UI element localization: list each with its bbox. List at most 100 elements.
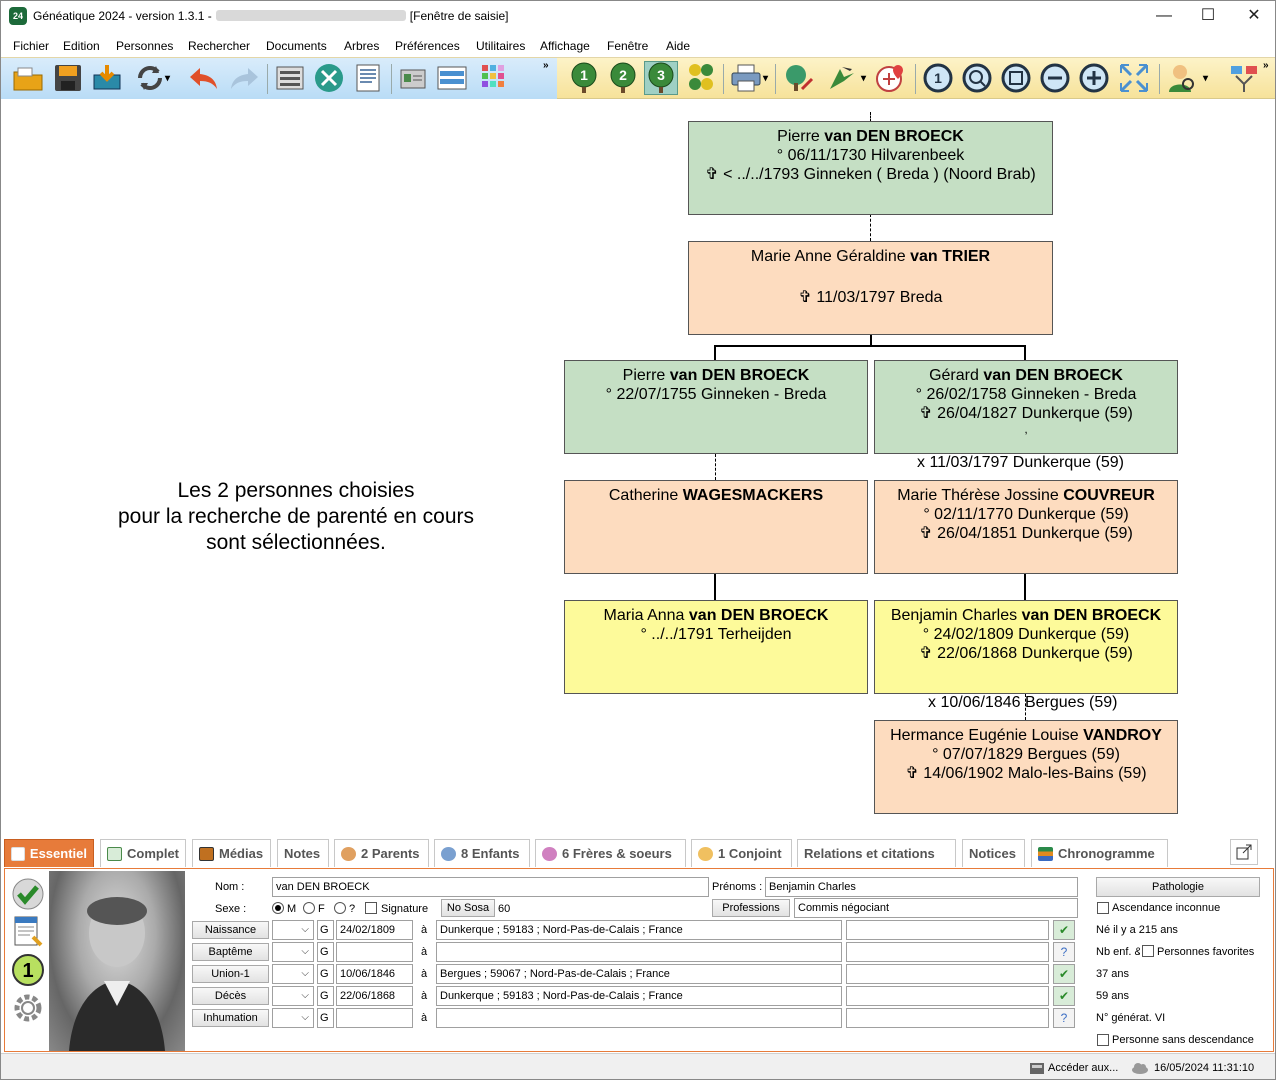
refresh-icon[interactable]: ▾ xyxy=(133,61,170,95)
menu-edition[interactable]: Edition xyxy=(63,39,100,53)
bapteme-place-field[interactable] xyxy=(436,942,842,962)
person-box[interactable]: Marie Anne Géraldine van TRIER ✞ 11/03/1… xyxy=(688,241,1053,335)
menu-fenetre[interactable]: Fenêtre xyxy=(607,39,648,53)
event-qualifier-select[interactable]: ⌵ xyxy=(272,986,314,1006)
tab-conjoint[interactable]: 1 Conjoint xyxy=(691,839,792,867)
calendar-type-field[interactable]: G xyxy=(317,920,334,940)
acceder-aux-link[interactable]: Accéder aux... xyxy=(1048,1062,1118,1074)
person-box[interactable]: Hermance Eugénie Louise VANDROY ° 07/07/… xyxy=(874,720,1178,814)
deces-place-field[interactable]: Dunkerque ; 59183 ; Nord-Pas-de-Calais ;… xyxy=(436,986,842,1006)
deces-extra-field[interactable] xyxy=(846,986,1049,1006)
open-folder-icon[interactable] xyxy=(11,61,45,95)
menu-personnes[interactable]: Personnes xyxy=(116,39,173,53)
profession-field[interactable]: Commis négociant xyxy=(794,898,1078,918)
menu-documents[interactable]: Documents xyxy=(266,39,327,53)
naissance-date-field[interactable]: 24/02/1809 xyxy=(336,920,413,940)
zoom-1-icon[interactable]: 1 xyxy=(921,61,955,95)
checkmark-icon[interactable] xyxy=(11,877,45,911)
menu-rechercher[interactable]: Rechercher xyxy=(188,39,250,53)
bapteme-button[interactable]: Baptême xyxy=(192,943,269,961)
family-icon[interactable] xyxy=(684,61,718,95)
menu-aide[interactable]: Aide xyxy=(666,39,690,53)
calendar-type-field[interactable]: G xyxy=(317,942,334,962)
calendar-type-field[interactable]: G xyxy=(317,964,334,984)
source-icon[interactable]: ✔ xyxy=(1053,964,1075,984)
signature-checkbox[interactable] xyxy=(365,902,377,914)
minimize-button[interactable]: — xyxy=(1141,1,1187,31)
menu-affichage[interactable]: Affichage xyxy=(540,39,590,53)
redo-icon[interactable] xyxy=(227,61,261,95)
zoom-in-icon[interactable] xyxy=(1077,61,1111,95)
bapteme-date-field[interactable] xyxy=(336,942,413,962)
union-date-field[interactable]: 10/06/1846 xyxy=(336,964,413,984)
tools-icon[interactable] xyxy=(312,61,346,95)
personnes-favorites-checkbox[interactable] xyxy=(1142,945,1154,957)
document-icon[interactable] xyxy=(351,61,385,95)
number-one-icon[interactable]: 1 xyxy=(11,953,45,987)
tab-medias[interactable]: Médias xyxy=(192,839,271,867)
tab-complet[interactable]: Complet xyxy=(100,839,186,867)
toolbar-overflow-right[interactable]: » xyxy=(1263,60,1269,71)
union-button[interactable]: Union-1 xyxy=(192,965,269,983)
event-qualifier-select[interactable]: ⌵ xyxy=(272,920,314,940)
menu-utilitaires[interactable]: Utilitaires xyxy=(476,39,525,53)
id-card-icon[interactable] xyxy=(396,61,430,95)
menu-arbres[interactable]: Arbres xyxy=(344,39,379,53)
settings-gear-icon[interactable] xyxy=(11,991,45,1025)
tree-edit-icon[interactable] xyxy=(781,61,815,95)
toolbar-overflow-button[interactable]: » xyxy=(543,60,549,71)
undo-icon[interactable] xyxy=(187,61,221,95)
person-box[interactable]: Maria Anna van DEN BROECK ° ../../1791 T… xyxy=(564,600,868,694)
menu-fichier[interactable]: Fichier xyxy=(13,39,49,53)
calendar-type-field[interactable]: G xyxy=(317,1008,334,1028)
list-icon[interactable] xyxy=(435,61,469,95)
deces-date-field[interactable]: 22/06/1868 xyxy=(336,986,413,1006)
import-icon[interactable] xyxy=(90,61,124,95)
bapteme-extra-field[interactable] xyxy=(846,942,1049,962)
generation-1-icon[interactable]: 1 xyxy=(567,61,601,95)
tab-freres-soeurs[interactable]: 6 Frères & soeurs xyxy=(535,839,686,867)
prenoms-field[interactable]: Benjamin Charles xyxy=(765,877,1078,897)
pathologie-button[interactable]: Pathologie xyxy=(1096,877,1260,897)
generation-2-icon[interactable]: 2 xyxy=(606,61,640,95)
person-box[interactable]: Catherine WAGESMACKERS xyxy=(564,480,868,574)
inhumation-extra-field[interactable] xyxy=(846,1008,1049,1028)
source-icon[interactable]: ✔ xyxy=(1053,920,1075,940)
print-icon[interactable]: ▾ xyxy=(729,61,768,95)
person-box[interactable]: Pierre van DEN BROECK ° 22/07/1755 Ginne… xyxy=(564,360,868,454)
filter-icon[interactable] xyxy=(1227,61,1261,95)
zoom-out-icon[interactable] xyxy=(1038,61,1072,95)
cursor-icon[interactable]: ▾ xyxy=(825,61,866,95)
tab-relations-citations[interactable]: Relations et citations xyxy=(797,839,956,867)
person-box[interactable]: Pierre van DEN BROECK ° 06/11/1730 Hilva… xyxy=(688,121,1053,215)
person-search-icon[interactable]: ▾ xyxy=(1165,61,1208,95)
save-icon[interactable] xyxy=(51,61,85,95)
person-box[interactable]: Marie Thérèse Jossine COUVREUR ° 02/11/1… xyxy=(874,480,1178,574)
zoom-frame-icon[interactable] xyxy=(999,61,1033,95)
map-icon[interactable] xyxy=(873,61,907,95)
tab-notices[interactable]: Notices xyxy=(962,839,1025,867)
tab-essentiel[interactable]: Essentiel xyxy=(4,839,94,867)
sexe-f-radio[interactable] xyxy=(303,902,315,914)
maximize-button[interactable]: ☐ xyxy=(1185,1,1231,31)
naissance-button[interactable]: Naissance xyxy=(192,921,269,939)
fullscreen-icon[interactable] xyxy=(1117,61,1151,95)
tab-parents[interactable]: 2 Parents xyxy=(334,839,429,867)
sexe-m-radio[interactable] xyxy=(272,902,284,914)
deces-button[interactable]: Décès xyxy=(192,987,269,1005)
menu-preferences[interactable]: Préférences xyxy=(395,39,460,53)
generation-3-icon[interactable]: 3 xyxy=(644,61,678,95)
tab-chronogramme[interactable]: Chronogramme xyxy=(1031,839,1168,867)
person-box[interactable]: Benjamin Charles van DEN BROECK ° 24/02/… xyxy=(874,600,1178,694)
zoom-fit-icon[interactable] xyxy=(960,61,994,95)
inhumation-date-field[interactable] xyxy=(336,1008,413,1028)
sexe-unknown-radio[interactable] xyxy=(334,902,346,914)
union-place-field[interactable]: Bergues ; 59067 ; Nord-Pas-de-Calais ; F… xyxy=(436,964,842,984)
tab-enfants[interactable]: 8 Enfants xyxy=(434,839,530,867)
inhumation-button[interactable]: Inhumation xyxy=(192,1009,269,1027)
tab-notes[interactable]: Notes xyxy=(277,839,329,867)
sans-descendance-checkbox[interactable] xyxy=(1097,1034,1109,1046)
ascendance-inconnue-checkbox[interactable] xyxy=(1097,902,1109,914)
person-box[interactable]: Gérard van DEN BROECK ° 26/02/1758 Ginne… xyxy=(874,360,1178,454)
event-qualifier-select[interactable]: ⌵ xyxy=(272,964,314,984)
